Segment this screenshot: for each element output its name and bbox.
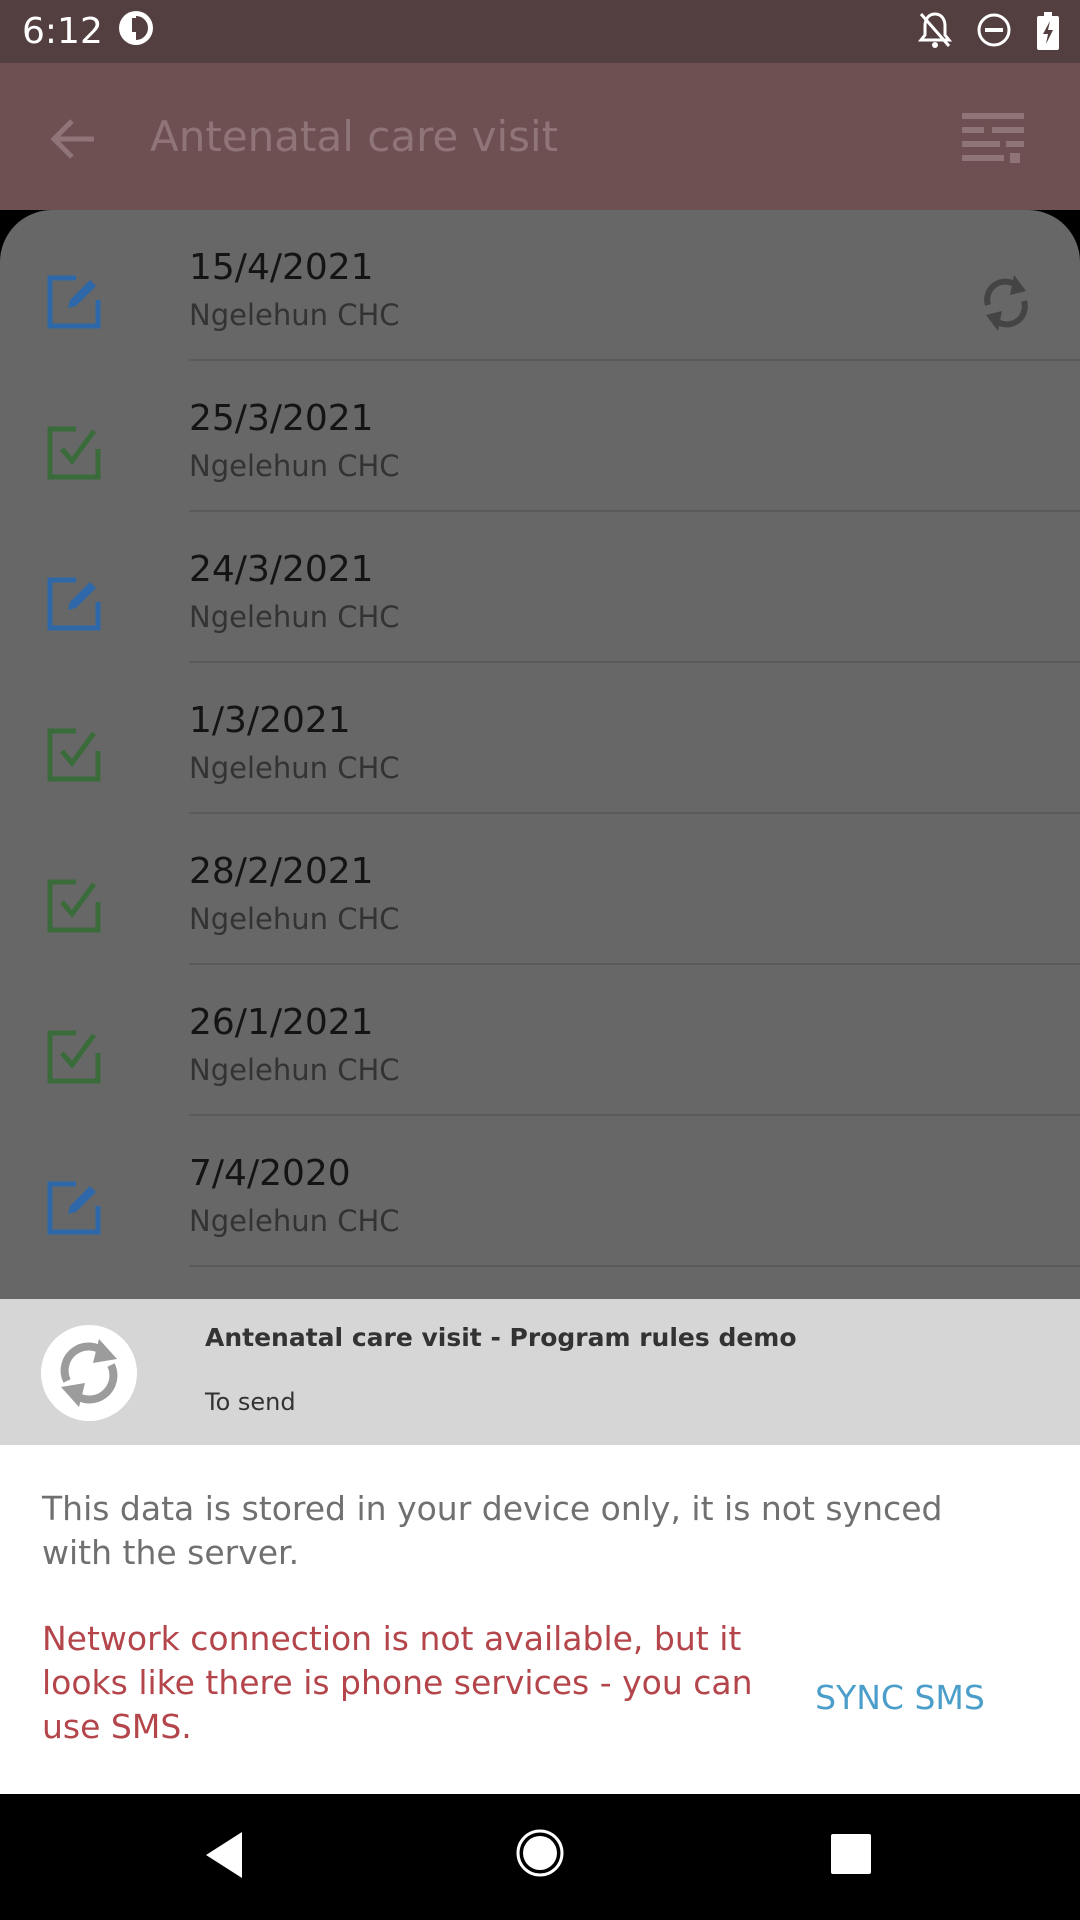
sync-status-icon (41, 1325, 137, 1421)
event-org-unit: Ngelehun CHC (189, 1053, 400, 1087)
sync-pending-icon[interactable] (980, 273, 1032, 337)
sync-sheet-header: Antenatal care visit - Program rules dem… (0, 1299, 1080, 1445)
page-title: Antenatal care visit (150, 112, 559, 161)
back-arrow-icon[interactable] (46, 111, 102, 171)
screen: 6:12 Antenatal care visit 15/4/2021 Ngel… (0, 0, 1080, 1920)
sync-state-label: To send (205, 1388, 296, 1416)
nav-recents-icon[interactable] (830, 1833, 872, 1879)
event-list: 15/4/2021 Ngelehun CHC 25/3/2021 Ngelehu… (0, 210, 1080, 1300)
event-date: 1/3/2021 (189, 700, 351, 741)
event-row[interactable]: 15/4/2021 Ngelehun CHC (0, 210, 1080, 361)
event-org-unit: Ngelehun CHC (189, 298, 400, 332)
edit-event-icon (46, 274, 102, 330)
event-date: 28/2/2021 (189, 851, 374, 892)
sync-sheet-body: This data is stored in your device only,… (0, 1445, 1080, 1794)
completed-event-icon (46, 1029, 102, 1085)
event-date: 15/4/2021 (189, 247, 374, 288)
event-org-unit: Ngelehun CHC (189, 1204, 400, 1238)
sync-info-text: This data is stored in your device only,… (42, 1489, 943, 1572)
event-date: 26/1/2021 (189, 1002, 374, 1043)
event-org-unit: Ngelehun CHC (189, 751, 400, 785)
event-row[interactable]: 7/4/2020 Ngelehun CHC (0, 1116, 1080, 1267)
nav-home-icon[interactable] (515, 1828, 565, 1882)
app-notification-icon (118, 10, 154, 50)
event-row[interactable]: 24/3/2021 Ngelehun CHC (0, 512, 1080, 663)
sync-sms-button[interactable]: SYNC SMS (790, 1673, 1010, 1723)
divider (189, 1265, 1080, 1267)
battery-charging-icon (1036, 12, 1060, 54)
sync-sheet-title: Antenatal care visit - Program rules dem… (205, 1323, 797, 1352)
event-row[interactable]: 26/1/2021 Ngelehun CHC (0, 965, 1080, 1116)
event-org-unit: Ngelehun CHC (189, 902, 400, 936)
event-date: 24/3/2021 (189, 549, 374, 590)
completed-event-icon (46, 727, 102, 783)
event-row[interactable]: 25/3/2021 Ngelehun CHC (0, 361, 1080, 512)
event-org-unit: Ngelehun CHC (189, 449, 400, 483)
navigation-bar (0, 1794, 1080, 1920)
network-warning-text: Network connection is not available, but… (42, 1619, 753, 1746)
notifications-off-icon (917, 10, 953, 54)
event-date: 7/4/2020 (189, 1153, 351, 1194)
status-bar: 6:12 (0, 0, 1080, 63)
app-bar: Antenatal care visit (0, 63, 1080, 210)
edit-event-icon (46, 1180, 102, 1236)
status-time: 6:12 (22, 11, 103, 52)
do-not-disturb-icon (976, 12, 1012, 52)
event-row[interactable]: 1/3/2021 Ngelehun CHC (0, 663, 1080, 814)
event-date: 25/3/2021 (189, 398, 374, 439)
nav-back-icon[interactable] (204, 1830, 244, 1884)
filter-list-icon[interactable] (960, 109, 1026, 169)
event-row[interactable]: 28/2/2021 Ngelehun CHC (0, 814, 1080, 965)
completed-event-icon (46, 425, 102, 481)
event-org-unit: Ngelehun CHC (189, 600, 400, 634)
edit-event-icon (46, 576, 102, 632)
completed-event-icon (46, 878, 102, 934)
